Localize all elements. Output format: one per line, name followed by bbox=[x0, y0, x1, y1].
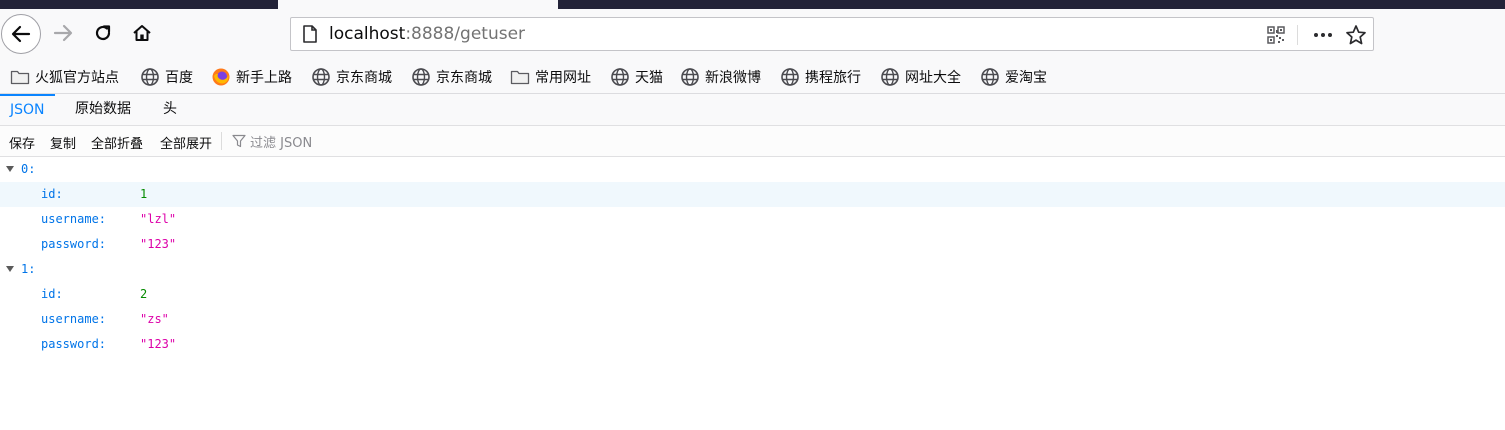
reload-button[interactable] bbox=[88, 18, 118, 48]
bookmark-folder-common-sites[interactable]: 常用网址 bbox=[510, 67, 591, 87]
bookmark-label: 携程旅行 bbox=[805, 70, 861, 86]
active-tab-edge[interactable] bbox=[278, 0, 558, 9]
toolbar-separator bbox=[221, 132, 222, 150]
globe-icon bbox=[312, 68, 330, 86]
more-icon[interactable] bbox=[1311, 25, 1335, 45]
array-index: 1: bbox=[21, 262, 36, 276]
bookmark-weibo[interactable]: 新浪微博 bbox=[680, 67, 761, 87]
json-value: 1 bbox=[140, 187, 148, 201]
bookmark-getting-started[interactable]: 新手上路 bbox=[211, 67, 292, 87]
tab-raw-data[interactable]: 原始数据 bbox=[65, 94, 141, 125]
globe-icon bbox=[981, 68, 999, 86]
back-button[interactable] bbox=[1, 14, 41, 54]
bookmark-jd-2[interactable]: 京东商城 bbox=[411, 67, 492, 87]
url-path: :8888/getuser bbox=[405, 24, 526, 44]
qr-code-icon[interactable] bbox=[1267, 26, 1285, 44]
bookmark-label: 爱淘宝 bbox=[1005, 70, 1047, 86]
filter-json-input[interactable]: 过滤 JSON bbox=[250, 132, 312, 151]
json-key: password: bbox=[41, 237, 107, 251]
tree-row-index-1[interactable]: 1: bbox=[0, 257, 1505, 282]
json-value: 2 bbox=[140, 287, 148, 301]
tree-row-id[interactable]: id: 1 bbox=[0, 182, 1505, 207]
globe-icon bbox=[881, 68, 899, 86]
bookmark-label: 百度 bbox=[165, 70, 193, 86]
home-icon bbox=[133, 25, 151, 41]
bookmark-tmall[interactable]: 天猫 bbox=[610, 67, 663, 87]
expand-twisty-icon[interactable] bbox=[6, 266, 14, 272]
back-icon bbox=[11, 25, 31, 43]
home-button[interactable] bbox=[127, 18, 157, 48]
collapse-all-button[interactable]: 全部折叠 bbox=[91, 133, 143, 152]
globe-icon bbox=[611, 68, 629, 86]
firefox-icon bbox=[212, 68, 230, 86]
address-bar[interactable]: localhost:8888/getuser bbox=[290, 17, 1374, 51]
folder-icon bbox=[10, 70, 30, 85]
bookmark-folder-firefox-official[interactable]: 火狐官方站点 bbox=[10, 67, 119, 87]
bookmark-jd-1[interactable]: 京东商城 bbox=[311, 67, 392, 87]
reload-icon bbox=[95, 25, 111, 41]
tree-row-index-0[interactable]: 0: bbox=[0, 157, 1505, 182]
bookmark-star-icon[interactable] bbox=[1345, 24, 1367, 46]
tree-row-password[interactable]: password: "123" bbox=[0, 332, 1505, 357]
navigation-toolbar: localhost:8888/getuser bbox=[0, 9, 1505, 61]
bookmark-ctrip[interactable]: 携程旅行 bbox=[780, 67, 861, 87]
json-key: id: bbox=[41, 187, 63, 201]
bookmark-baidu[interactable]: 百度 bbox=[140, 67, 193, 87]
bookmark-label: 京东商城 bbox=[436, 70, 492, 86]
tree-row-password[interactable]: password: "123" bbox=[0, 232, 1505, 257]
folder-icon bbox=[510, 70, 530, 85]
json-toolbar: 保存 复制 全部折叠 全部展开 过滤 JSON bbox=[0, 126, 1505, 157]
tab-headers[interactable]: 头 bbox=[153, 94, 187, 125]
bookmark-label: 火狐官方站点 bbox=[35, 70, 119, 86]
json-key: password: bbox=[41, 337, 107, 351]
json-value: "zs" bbox=[140, 312, 169, 326]
forward-icon bbox=[53, 24, 73, 42]
bookmark-label: 天猫 bbox=[635, 70, 663, 86]
copy-button[interactable]: 复制 bbox=[50, 133, 76, 152]
bookmark-label: 网址大全 bbox=[905, 70, 961, 86]
bookmark-label: 京东商城 bbox=[336, 70, 392, 86]
json-viewer-tabs: JSON 原始数据 头 bbox=[0, 94, 1505, 126]
json-value: "lzl" bbox=[140, 212, 177, 226]
array-index: 0: bbox=[21, 162, 36, 176]
globe-icon bbox=[141, 68, 159, 86]
bookmark-label: 常用网址 bbox=[535, 70, 591, 86]
tree-row-username[interactable]: username: "zs" bbox=[0, 307, 1505, 332]
json-key: username: bbox=[41, 312, 107, 326]
bookmarks-toolbar: 火狐官方站点 百度 新手上路 京东商城 京东商城 常用网址 天猫 新浪微博 携程… bbox=[0, 61, 1505, 94]
expand-twisty-icon[interactable] bbox=[6, 166, 14, 172]
bookmark-label: 新浪微博 bbox=[705, 70, 761, 86]
url-bar-separator bbox=[1297, 25, 1298, 45]
bookmark-site-directory[interactable]: 网址大全 bbox=[880, 67, 961, 87]
window-tab-strip bbox=[0, 0, 1505, 9]
forward-button[interactable] bbox=[48, 18, 78, 48]
globe-icon bbox=[781, 68, 799, 86]
bookmark-label: 新手上路 bbox=[236, 70, 292, 86]
expand-all-button[interactable]: 全部展开 bbox=[160, 133, 212, 152]
url-text[interactable]: localhost:8888/getuser bbox=[329, 24, 525, 44]
save-button[interactable]: 保存 bbox=[9, 133, 35, 152]
json-key: id: bbox=[41, 287, 63, 301]
globe-icon bbox=[412, 68, 430, 86]
page-icon bbox=[303, 25, 317, 43]
url-host: localhost bbox=[329, 24, 406, 44]
tree-row-id[interactable]: id: 2 bbox=[0, 282, 1505, 307]
tab-json[interactable]: JSON bbox=[0, 94, 55, 127]
tree-row-username[interactable]: username: "lzl" bbox=[0, 207, 1505, 232]
json-value: "123" bbox=[140, 337, 177, 351]
json-value: "123" bbox=[140, 237, 177, 251]
globe-icon bbox=[681, 68, 699, 86]
json-key: username: bbox=[41, 212, 107, 226]
filter-icon bbox=[232, 134, 246, 148]
bookmark-ai-taobao[interactable]: 爱淘宝 bbox=[980, 67, 1047, 87]
